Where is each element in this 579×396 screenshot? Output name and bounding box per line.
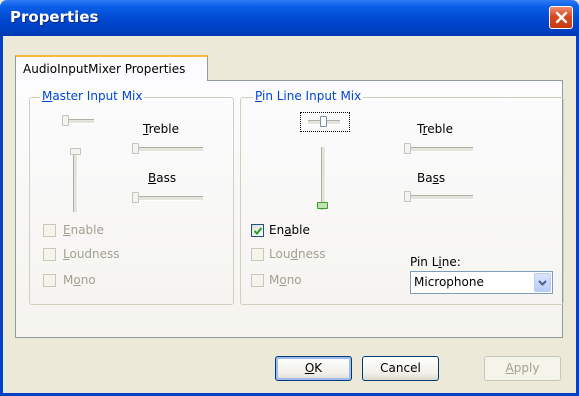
- pin-mono-label: Mono: [269, 273, 302, 287]
- pin-mono-checkbox[interactable]: [251, 274, 264, 287]
- ok-button[interactable]: OK: [275, 356, 352, 381]
- pin-line-select[interactable]: Microphone: [410, 271, 553, 294]
- master-enable-checkbox[interactable]: [43, 224, 56, 237]
- apply-button[interactable]: Apply: [484, 356, 561, 381]
- pin-line-selected-value: Microphone: [414, 275, 484, 289]
- master-loudness-label: Loudness: [63, 247, 120, 261]
- pin-enable-checkbox[interactable]: [251, 224, 264, 237]
- master-mono-checkbox[interactable]: [43, 274, 56, 287]
- pin-bass-slider-thumb[interactable]: [404, 191, 411, 202]
- tab-audio-input-mixer-properties[interactable]: AudioInputMixer Properties: [15, 55, 208, 81]
- master-treble-label: Treble: [143, 122, 179, 136]
- pin-treble-slider-thumb[interactable]: [404, 143, 411, 154]
- window-title: Properties: [10, 8, 99, 26]
- master-treble-slider-thumb[interactable]: [132, 143, 139, 154]
- master-input-mix-legend: Master Input Mix: [40, 89, 145, 103]
- master-balance-slider-thumb[interactable]: [62, 115, 69, 126]
- pin-volume-slider-track: [321, 147, 326, 210]
- pin-line-input-mix-legend: Pin Line Input Mix: [253, 89, 364, 103]
- pin-loudness-label: Loudness: [269, 247, 326, 261]
- close-button[interactable]: [549, 6, 573, 29]
- chevron-down-icon: [538, 280, 547, 286]
- pin-line-label: Pin Line:: [410, 255, 461, 269]
- master-bass-slider-thumb[interactable]: [132, 192, 139, 203]
- pin-treble-label: Treble: [417, 122, 453, 136]
- tab-label: AudioInputMixer Properties: [23, 62, 186, 76]
- pin-bass-slider-track: [405, 195, 473, 200]
- pin-volume-slider-thumb[interactable]: [317, 202, 328, 209]
- pin-bass-label: Bass: [417, 171, 446, 185]
- pin-loudness-checkbox[interactable]: [251, 248, 264, 261]
- title-bar[interactable]: Properties: [0, 0, 579, 36]
- master-volume-slider-thumb[interactable]: [70, 148, 81, 155]
- master-volume-slider-track: [73, 149, 78, 212]
- master-mono-label: Mono: [63, 273, 96, 287]
- pin-line-dropdown-button[interactable]: [534, 273, 551, 292]
- master-loudness-checkbox[interactable]: [43, 248, 56, 261]
- master-bass-slider-track: [133, 196, 203, 201]
- master-treble-slider-track: [133, 147, 203, 152]
- window-frame-left: [0, 36, 3, 396]
- checkmark-icon: [253, 227, 263, 235]
- properties-dialog: Properties AudioInputMixer Properties Ma…: [0, 0, 579, 396]
- pin-balance-slider-thumb[interactable]: [320, 116, 327, 127]
- cancel-button[interactable]: Cancel: [362, 356, 439, 381]
- close-icon: [555, 11, 568, 24]
- master-bass-label: Bass: [148, 171, 177, 185]
- pin-treble-slider-track: [405, 147, 473, 152]
- pin-enable-label: Enable: [269, 223, 310, 237]
- master-enable-label: Enable: [63, 223, 104, 237]
